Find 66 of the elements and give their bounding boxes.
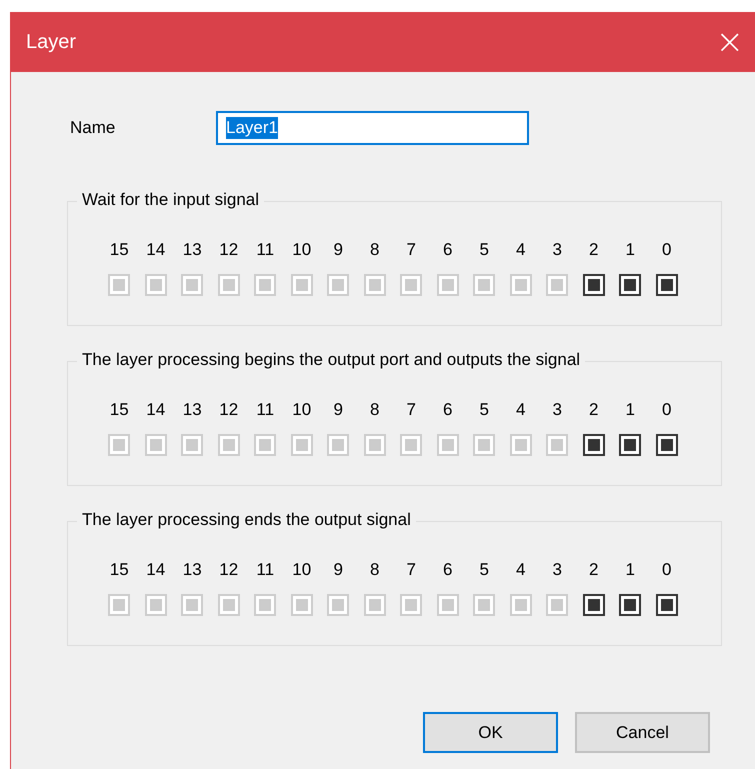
checkbox[interactable]: [656, 434, 678, 456]
cancel-button[interactable]: Cancel: [575, 712, 710, 753]
bit-label: 14: [146, 560, 166, 580]
group-title: Wait for the input signal: [77, 190, 264, 210]
ok-button[interactable]: OK: [423, 712, 558, 753]
bit-label: 14: [146, 240, 166, 260]
bit-label: 9: [334, 240, 343, 260]
bit-label: 5: [480, 560, 489, 580]
group-title: The layer processing begins the output port and outputs the signal: [77, 350, 586, 370]
bit-label: 12: [219, 560, 238, 580]
bit-label: 6: [443, 240, 452, 260]
bit-label: 13: [182, 240, 202, 260]
bit-label: 14: [146, 400, 166, 420]
bit-label: 4: [516, 240, 526, 260]
checkbox[interactable]: [619, 594, 642, 616]
checkbox[interactable]: [619, 274, 642, 296]
checkbox[interactable]: [582, 274, 605, 296]
bit-label: 9: [334, 400, 343, 420]
group-title: The layer processing ends the output signal: [77, 510, 416, 530]
bit-label: 15: [110, 240, 129, 260]
bit-label: 10: [292, 560, 312, 580]
bit-label: 3: [552, 400, 562, 420]
bit-label: 9: [334, 560, 343, 580]
bit-label: 1: [626, 400, 635, 420]
bit-label: 7: [406, 560, 416, 580]
bit-label: 3: [552, 240, 562, 260]
bit-label: 13: [182, 400, 202, 420]
window-title: Layer: [26, 30, 76, 54]
bit-label: 6: [443, 560, 452, 580]
bit-label: 8: [370, 240, 380, 260]
close-button[interactable]: ×: [716, 25, 744, 59]
bit-label: 1: [626, 560, 635, 580]
checkbox[interactable]: [619, 434, 642, 456]
bit-label: 15: [110, 560, 129, 580]
bit-label: 4: [516, 400, 526, 420]
bit-label: 2: [589, 240, 598, 260]
bit-label: 0: [662, 560, 672, 580]
bit-label: 4: [516, 560, 526, 580]
bit-label: 11: [256, 240, 274, 260]
bit-label: 1: [626, 240, 635, 260]
bit-label: 5: [480, 240, 489, 260]
bit-label: 5: [480, 400, 489, 420]
checkbox[interactable]: [656, 274, 678, 296]
bit-label: 6: [443, 400, 452, 420]
checkbox[interactable]: [582, 434, 605, 456]
bit-label: 8: [370, 400, 380, 420]
bit-label: 15: [110, 400, 129, 420]
bit-label: 0: [662, 240, 672, 260]
bit-label: 7: [406, 240, 416, 260]
bit-label: 11: [256, 560, 274, 580]
bit-label: 12: [219, 400, 238, 420]
bit-label: 3: [552, 560, 562, 580]
checkbox[interactable]: [582, 594, 605, 616]
bit-label: 2: [589, 560, 598, 580]
name-label: Name: [70, 118, 116, 138]
checkbox[interactable]: [656, 594, 678, 616]
bit-label: 8: [370, 560, 380, 580]
bit-label: 13: [182, 560, 202, 580]
bit-label: 10: [292, 400, 312, 420]
bit-label: 12: [219, 240, 238, 260]
bit-label: 7: [406, 400, 416, 420]
bit-label: 10: [292, 240, 312, 260]
bit-label: 11: [256, 400, 274, 420]
name-field[interactable]: Layer1: [216, 111, 529, 145]
bit-label: 2: [589, 400, 598, 420]
bit-label: 0: [662, 400, 672, 420]
